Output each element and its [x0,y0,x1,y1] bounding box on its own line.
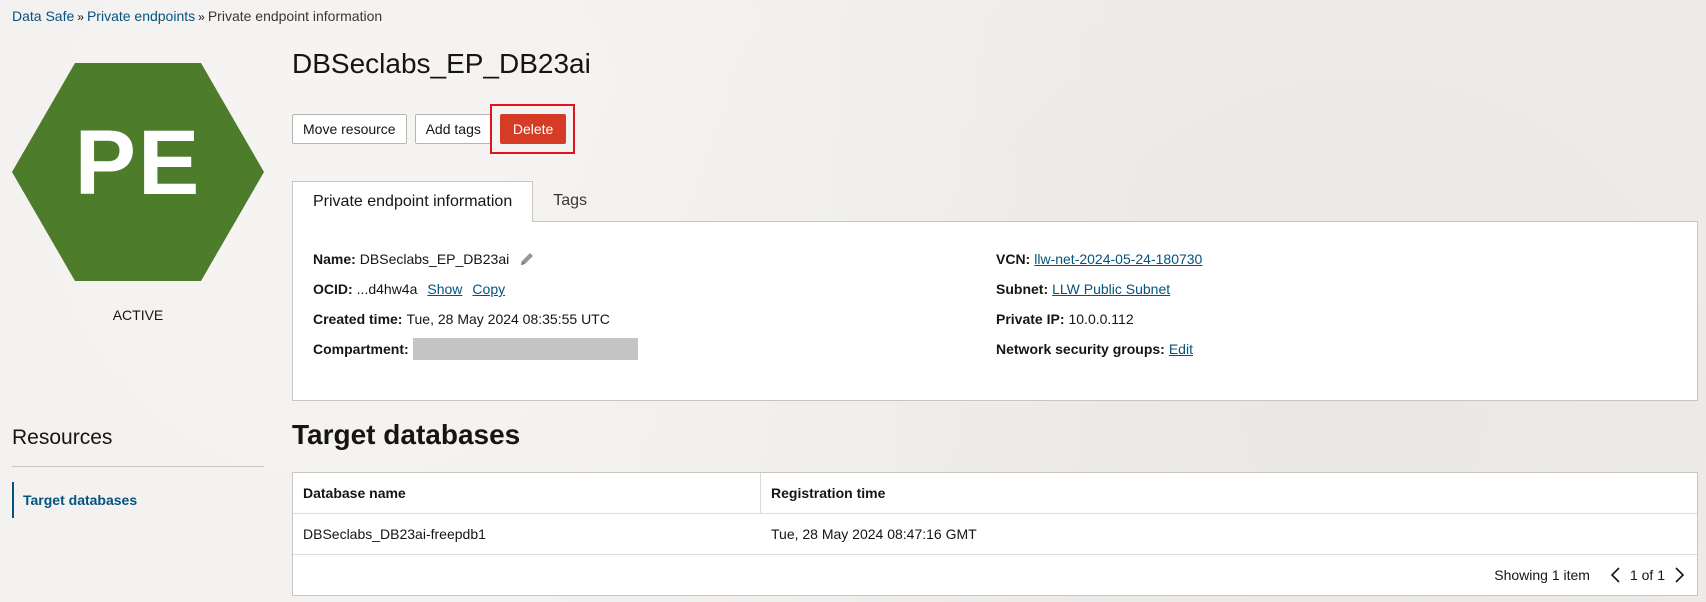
private-ip-label: Private IP: [996,311,1065,327]
database-name-cell: DBSeclabs_DB23ai-freepdb1 [303,526,486,542]
subnet-row: Subnet: LLW Public Subnet [996,274,1202,304]
nsg-row: Network security groups: Edit [996,334,1202,364]
next-page-icon[interactable] [1671,565,1687,585]
delete-highlight-annotation [490,104,575,154]
target-databases-table: Database name Registration time DBSeclab… [292,472,1698,596]
table-header: Database name Registration time [293,473,1697,514]
breadcrumb-current: Private endpoint information [207,8,383,24]
lifecycle-status: ACTIVE [112,307,164,323]
resources-divider [12,466,264,467]
subnet-link[interactable]: LLW Public Subnet [1052,281,1170,297]
previous-page-icon[interactable] [1608,565,1624,585]
private-ip-row: Private IP: 10.0.0.112 [996,304,1202,334]
breadcrumb-private-endpoints[interactable]: Private endpoints [87,8,195,24]
compartment-redacted-value [412,338,638,360]
tab-private-endpoint-information[interactable]: Private endpoint information [292,181,534,222]
registration-time-cell: Tue, 28 May 2024 08:47:16 GMT [771,526,977,542]
breadcrumb-separator: » [77,10,84,24]
ocid-value: ...d4hw4a [356,281,418,297]
column-header-database-name[interactable]: Database name [293,473,761,513]
detail-tabs: Private endpoint information Tags [292,181,607,222]
compartment-label: Compartment: [313,341,409,357]
nsg-label: Network security groups: [996,341,1165,357]
name-label: Name: [313,251,356,267]
column-header-registration-time[interactable]: Registration time [761,473,1697,513]
target-databases-heading: Target databases [292,419,521,450]
showing-count: Showing 1 item [1494,567,1590,583]
details-panel: Name: DBSeclabs_EP_DB23ai OCID: ...d4hw4… [292,221,1698,401]
subnet-label: Subnet: [996,281,1049,297]
created-time-label: Created time: [313,311,403,327]
breadcrumb-data-safe[interactable]: Data Safe [12,8,74,24]
name-value: DBSeclabs_EP_DB23ai [359,251,510,267]
resource-hexagon-icon: PE [12,63,264,281]
ocid-show-link[interactable]: Show [427,281,462,297]
add-tags-button[interactable]: Add tags [414,114,492,144]
details-left-column: Name: DBSeclabs_EP_DB23ai OCID: ...d4hw4… [313,244,638,364]
breadcrumb-separator: » [198,10,205,24]
edit-pencil-icon[interactable] [519,251,535,267]
resources-heading: Resources [12,426,113,449]
resource-icon-label: PE [74,112,202,214]
created-time-row: Created time: Tue, 28 May 2024 08:35:55 … [313,304,638,334]
vcn-label: VCN: [996,251,1031,267]
table-row[interactable]: DBSeclabs_DB23ai-freepdb1 Tue, 28 May 20… [293,514,1697,555]
tab-tags[interactable]: Tags [533,181,607,221]
created-time-value: Tue, 28 May 2024 08:35:55 UTC [406,311,610,327]
details-right-column: VCN: llw-net-2024-05-24-180730 Subnet: L… [996,244,1202,364]
resources-item-target-databases[interactable]: Target databases [12,482,264,518]
name-row: Name: DBSeclabs_EP_DB23ai [313,244,638,274]
page-info: 1 of 1 [1629,567,1665,583]
vcn-row: VCN: llw-net-2024-05-24-180730 [996,244,1202,274]
private-ip-value: 10.0.0.112 [1068,311,1134,327]
compartment-row: Compartment: [313,334,638,364]
ocid-label: OCID: [313,281,353,297]
table-footer: Showing 1 item 1 of 1 [293,555,1697,595]
breadcrumb: Data Safe» Private endpoints» Private endp… [12,8,382,24]
vcn-link[interactable]: llw-net-2024-05-24-180730 [1034,251,1202,267]
ocid-copy-link[interactable]: Copy [472,281,505,297]
nsg-edit-link[interactable]: Edit [1169,341,1193,357]
move-resource-button[interactable]: Move resource [292,114,407,144]
ocid-row: OCID: ...d4hw4a Show Copy [313,274,638,304]
page-title: DBSeclabs_EP_DB23ai [292,48,591,79]
